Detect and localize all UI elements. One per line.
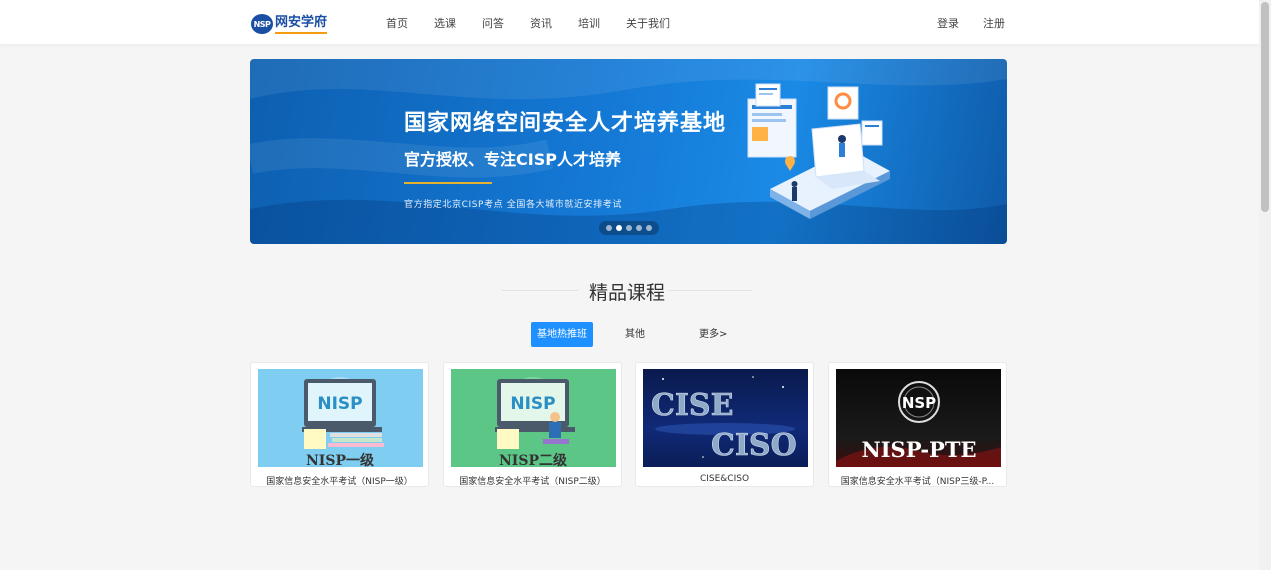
course-title[interactable]: 国家信息安全水平考试（NISP一级） — [255, 474, 424, 487]
nav-training[interactable]: 培训 — [578, 15, 600, 31]
thumbnail-label: NISP二级 — [499, 452, 568, 467]
thumbnail-label: NISP-PTE — [862, 437, 977, 462]
computer-illustration-icon — [747, 83, 890, 219]
nav-courses[interactable]: 选课 — [434, 15, 456, 31]
carousel-dot[interactable] — [606, 225, 612, 231]
banner-accent-line — [404, 182, 492, 184]
carousel-dot[interactable] — [626, 225, 632, 231]
course-card[interactable]: NSP NISP-PTE 国家信息安全水平考试（NISP三级-P... — [828, 362, 1007, 487]
course-thumbnail[interactable]: CISE CISO — [643, 369, 808, 467]
carousel-indicators — [599, 221, 659, 235]
tab-base-recommended[interactable]: 基地热推班 — [531, 322, 593, 347]
thumbnail-label: NISP一级 — [306, 452, 375, 467]
nisp-level1-illustration-icon: NISP NISP一级 — [302, 377, 384, 467]
top-header: NSP 网安学府 首页 选课 问答 资讯 培训 关于我们 登录 注册 — [0, 0, 1259, 45]
scrollbar-thumb[interactable] — [1261, 2, 1269, 212]
course-title[interactable]: CISE&CISO — [640, 474, 809, 484]
screen-label: NISP — [510, 394, 555, 414]
course-thumbnail[interactable]: NISP NISP二级 — [451, 369, 616, 467]
course-tabs: 基地热推班 其他 更多> — [531, 322, 733, 347]
thumbnail-label-ciso: CISO — [711, 428, 797, 463]
hero-banner[interactable]: 国家网络空间安全人才培养基地 官方授权、专注CISP人才培养 官方指定北京CIS… — [250, 59, 1007, 244]
register-link[interactable]: 注册 — [983, 15, 1005, 31]
logo-mark: NSP — [251, 14, 273, 34]
auth-links: 登录 注册 — [937, 15, 1029, 31]
course-card[interactable]: CISE CISO CISE&CISO — [635, 362, 814, 487]
banner-subtitle: 官方授权、专注CISP人才培养 — [404, 150, 621, 169]
thumbnail-logo-label: NSP — [902, 394, 936, 412]
section-title-divider-right — [668, 290, 752, 291]
banner-title: 国家网络空间安全人才培养基地 — [404, 111, 727, 136]
cise-ciso-illustration-icon: CISE CISO — [651, 376, 797, 463]
course-title[interactable]: 国家信息安全水平考试（NISP二级） — [448, 474, 617, 487]
banner-note: 官方指定北京CISP考点 全国各大城市就近安排考试 — [404, 200, 622, 210]
login-link[interactable]: 登录 — [937, 15, 959, 31]
carousel-dot[interactable] — [636, 225, 642, 231]
carousel-dot-active[interactable] — [616, 225, 622, 231]
course-thumbnail[interactable]: NSP NISP-PTE — [836, 369, 1001, 467]
logo-text: 网安学府 — [275, 15, 327, 34]
nisp-pte-illustration-icon: NSP NISP-PTE — [836, 381, 1001, 467]
nisp-level2-illustration-icon: NISP NISP二级 — [495, 377, 575, 467]
nav-about[interactable]: 关于我们 — [626, 15, 670, 31]
site-logo[interactable]: NSP 网安学府 — [251, 13, 327, 35]
tab-more[interactable]: 更多> — [693, 322, 733, 347]
nav-home[interactable]: 首页 — [386, 15, 408, 31]
screen-label: NISP — [317, 394, 362, 414]
page-scrollbar[interactable] — [1259, 0, 1271, 570]
carousel-dot[interactable] — [646, 225, 652, 231]
course-thumbnail[interactable]: NISP NISP一级 — [258, 369, 423, 467]
course-card[interactable]: NISP NISP一级 国家信息安全水平考试（NISP一级） — [250, 362, 429, 487]
tab-other[interactable]: 其他 — [619, 322, 651, 347]
nav-qa[interactable]: 问答 — [482, 15, 504, 31]
section-title: 精品课程 — [588, 282, 665, 304]
course-card[interactable]: NISP NISP二级 国家信息安全水平考试（NISP二级） — [443, 362, 622, 487]
main-nav: 首页 选课 问答 资讯 培训 关于我们 — [386, 15, 696, 31]
thumbnail-label-cise: CISE — [651, 388, 733, 423]
nav-news[interactable]: 资讯 — [530, 15, 552, 31]
course-title[interactable]: 国家信息安全水平考试（NISP三级-P... — [833, 474, 1002, 487]
